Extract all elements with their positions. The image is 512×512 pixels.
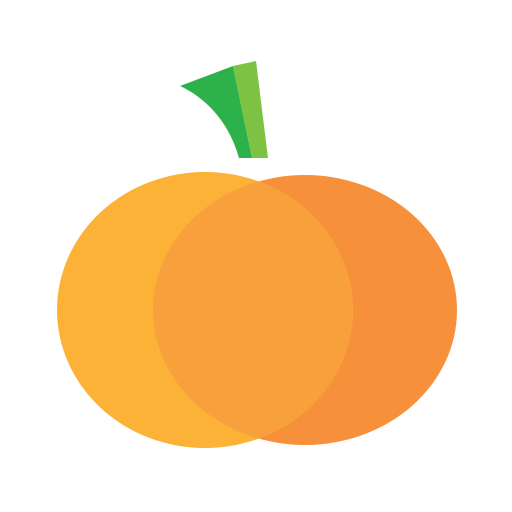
- stem: [180, 61, 268, 158]
- pumpkin-illustration: [0, 0, 512, 512]
- pumpkin-icon: [57, 61, 457, 448]
